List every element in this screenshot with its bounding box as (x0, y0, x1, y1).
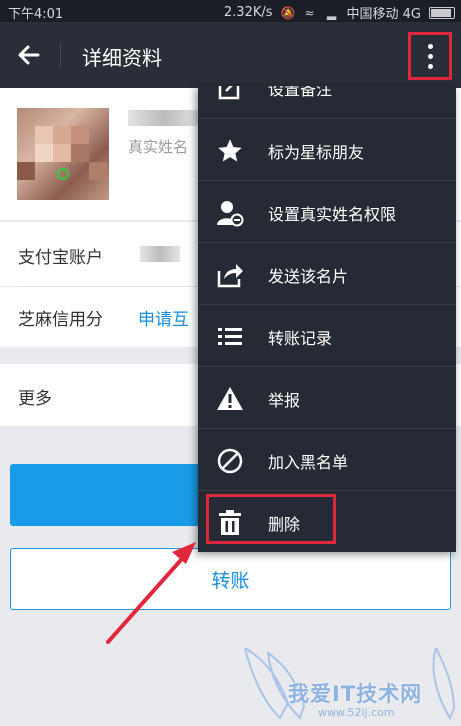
network-speed: 2.32K/s (223, 5, 273, 20)
more-options-button[interactable] (408, 32, 452, 80)
back-arrow-icon[interactable] (14, 40, 44, 70)
menu-item-label: 转账记录 (268, 329, 333, 348)
dot-icon (427, 63, 433, 69)
block-icon (216, 447, 244, 475)
menu-item-label: 标为星标朋友 (268, 143, 365, 162)
avatar-pixel (35, 126, 53, 144)
avatar-pixel (17, 162, 35, 180)
header-divider (60, 42, 61, 68)
app-bar: 详细资料 (0, 22, 461, 88)
avatar-pixel (71, 144, 89, 162)
menu-item-blacklist[interactable]: 加入黑名单 (198, 428, 456, 490)
mute-icon: 🔕 (280, 5, 296, 20)
warning-icon (216, 385, 244, 413)
real-name-label: 真实姓名 (128, 138, 189, 156)
page-title: 详细资料 (82, 46, 162, 70)
status-right: 2.32K/s 🔕 ≈ ▂ 中国移动 4G (224, 3, 455, 22)
more-label: 更多 (18, 389, 52, 409)
battery-icon (429, 6, 455, 19)
watermark-text: 我爱IT技术网 (288, 682, 423, 706)
edit-icon (216, 86, 244, 102)
online-status-icon (57, 168, 69, 180)
watermark-url: www.52ij.com (318, 706, 395, 719)
transfer-button[interactable]: 转账 (10, 548, 451, 610)
menu-item-label: 加入黑名单 (268, 453, 349, 472)
wifi-icon: ≈ (304, 5, 315, 20)
status-bar: 下午4:01 2.32K/s 🔕 ≈ ▂ 中国移动 4G (0, 0, 461, 22)
menu-item-label: 设置真实姓名权限 (268, 205, 397, 224)
zhima-apply-link[interactable]: 申请互 (138, 305, 189, 330)
avatar-pixel (53, 144, 71, 162)
dot-icon (427, 53, 433, 59)
pointer-arrow-annotation (106, 542, 196, 644)
avatar-pixel (35, 144, 53, 162)
alipay-account-value-blurred (140, 246, 180, 262)
nickname-blurred (128, 110, 200, 126)
avatar-pixel (71, 126, 89, 144)
menu-item-transfer-history[interactable]: 转账记录 (198, 304, 456, 366)
overflow-menu: 设置备注 标为星标朋友 设置真实姓名权限 发送该名片 转账记录 举报 加入黑名单… (198, 86, 456, 552)
menu-item-label: 设置备注 (268, 86, 333, 99)
alipay-account-label: 支付宝账户 (18, 248, 103, 268)
list-icon (216, 323, 244, 351)
user-permission-icon (216, 199, 244, 227)
signal-icon: ▂ (326, 5, 337, 20)
avatar-pixel (53, 126, 71, 144)
menu-item-real-name-permission[interactable]: 设置真实姓名权限 (198, 180, 456, 242)
carrier-label: 中国移动 4G (346, 7, 421, 22)
delete-highlight-box (206, 494, 336, 544)
star-icon (216, 137, 244, 165)
menu-item-report[interactable]: 举报 (198, 366, 456, 428)
menu-item-send-card[interactable]: 发送该名片 (198, 242, 456, 304)
share-icon (216, 261, 244, 289)
status-time: 下午4:01 (8, 7, 64, 22)
menu-item-label: 发送该名片 (268, 267, 349, 286)
avatar[interactable] (17, 108, 109, 200)
menu-item-star-friend[interactable]: 标为星标朋友 (198, 118, 456, 180)
menu-item-label: 举报 (268, 391, 301, 410)
menu-item-set-remark[interactable]: 设置备注 (198, 86, 456, 118)
dot-icon (427, 43, 433, 49)
zhima-credit-label: 芝麻信用分 (18, 310, 103, 330)
avatar-pixel (89, 162, 107, 180)
